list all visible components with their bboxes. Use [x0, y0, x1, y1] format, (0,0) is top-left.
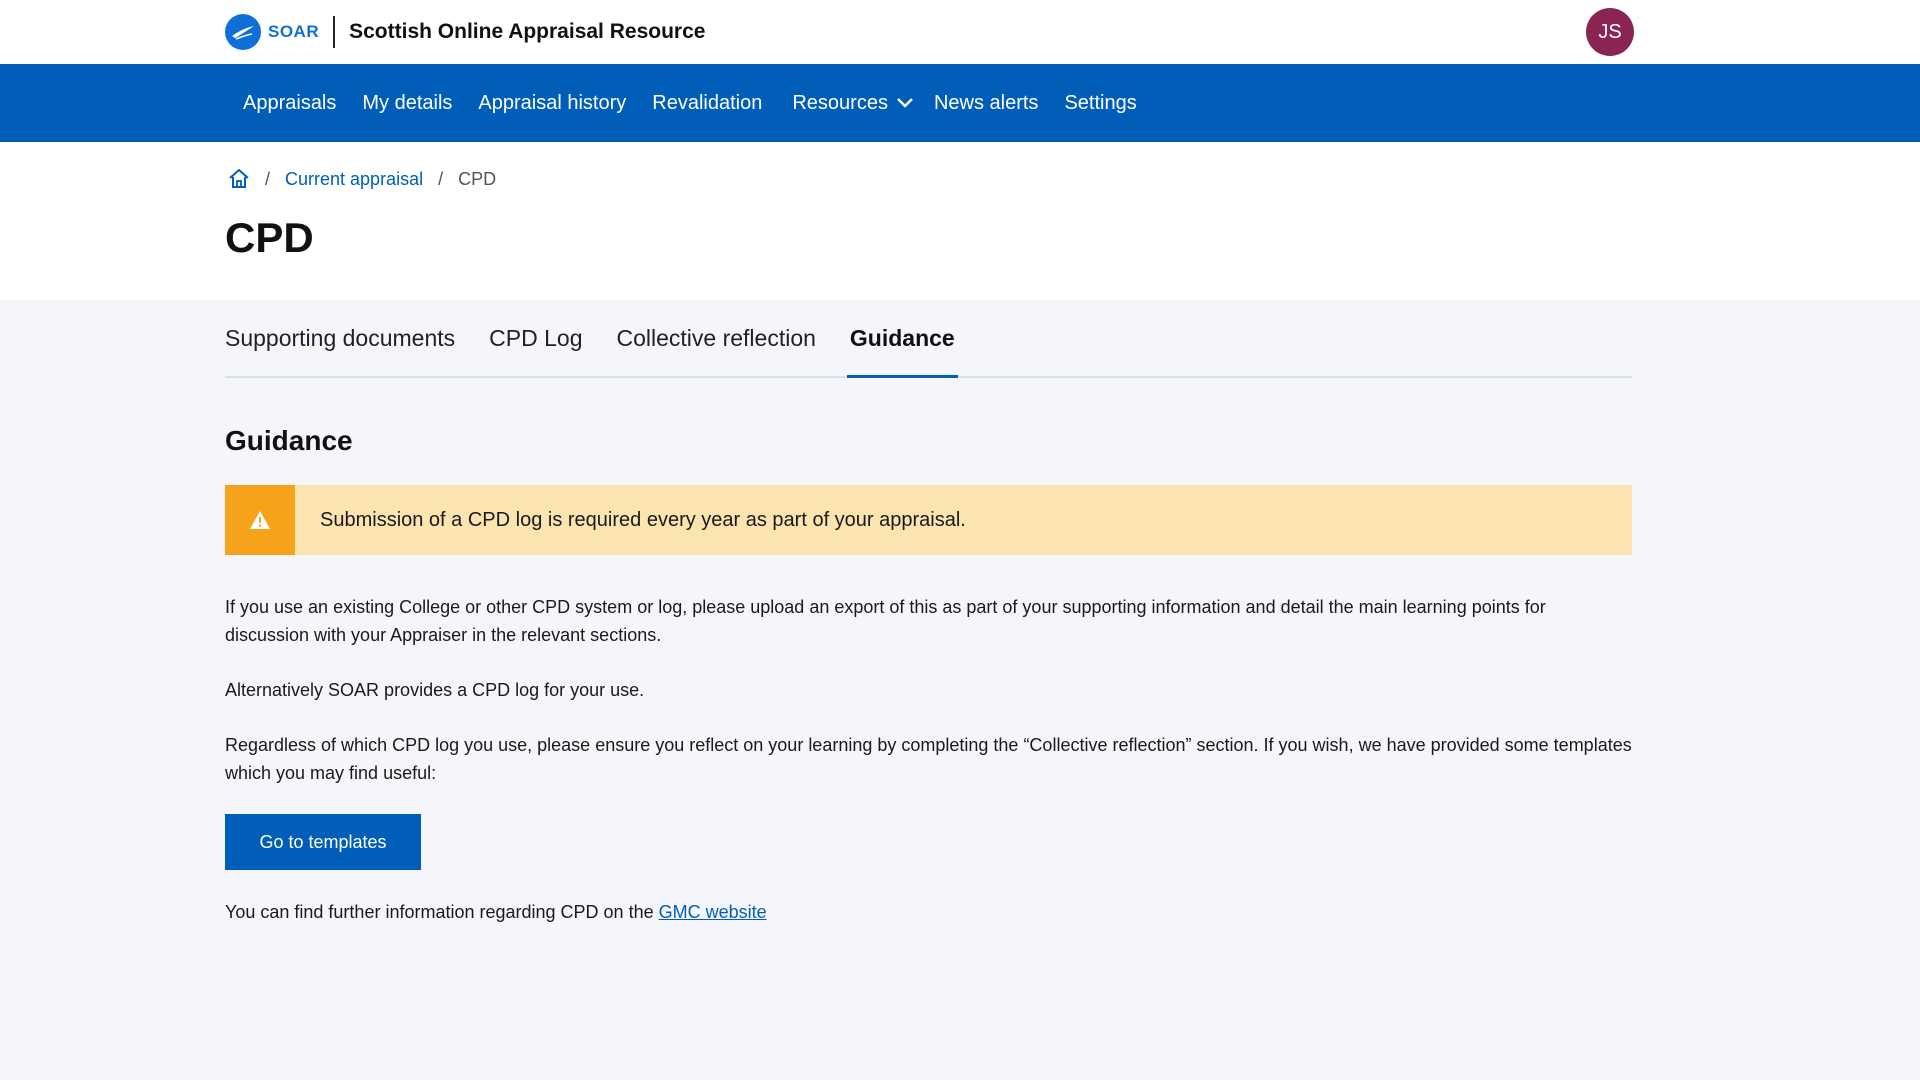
soar-logo[interactable]: SOAR: [225, 14, 319, 50]
nav-item-label: Revalidation: [652, 91, 763, 114]
nav-item-appraisals[interactable]: Appraisals: [243, 92, 336, 115]
breadcrumb: / Current appraisal / CPD: [225, 168, 1632, 190]
logo-divider: [333, 16, 336, 48]
nav-item-settings[interactable]: Settings: [1064, 92, 1136, 115]
guidance-paragraph: Alternatively SOAR provides a CPD log fo…: [225, 680, 645, 700]
warning-alert: Submission of a CPD log is required ever…: [225, 485, 1632, 555]
main-content: Supporting documents CPD Log Collective …: [225, 300, 1632, 926]
nav-item-news-alerts[interactable]: News alerts: [934, 92, 1038, 115]
further-info-text: You can find further information regardi…: [225, 898, 1632, 926]
guidance-paragraph: Regardless of which CPD log you use, ple…: [225, 735, 1632, 783]
go-to-templates-button[interactable]: Go to templates: [225, 814, 421, 870]
chevron-down-icon: [896, 97, 914, 109]
breadcrumb-cpd: CPD: [458, 168, 497, 189]
guidance-paragraph: If you use an existing College or other …: [225, 597, 1546, 645]
breadcrumb-current-appraisal[interactable]: Current appraisal: [285, 169, 423, 190]
page-header: / Current appraisal / CPD CPD: [0, 142, 1920, 300]
nav-item-revalidation[interactable]: Revalidation: [652, 92, 762, 115]
nav-item-label: Appraisal history: [478, 91, 627, 114]
tab-bar: Supporting documents CPD Log Collective …: [225, 300, 1632, 378]
warning-icon: [225, 485, 295, 555]
logo-wordmark: SOAR: [268, 22, 320, 41]
tab-collective-reflection[interactable]: Collective reflection: [616, 325, 815, 376]
nav-item-label: Settings: [1064, 91, 1137, 114]
tab-guidance[interactable]: Guidance: [846, 325, 958, 378]
nav-item-label: My details: [362, 91, 453, 114]
app-title: Scottish Online Appraisal Resource: [349, 20, 706, 43]
user-avatar[interactable]: JS: [1586, 8, 1634, 56]
home-icon[interactable]: [228, 168, 250, 190]
nav-item-my-details[interactable]: My details: [362, 92, 452, 115]
nav-item-resources[interactable]: Resources: [792, 92, 914, 115]
main-navigation: Appraisals My details Appraisal history …: [0, 64, 1920, 142]
nav-item-label: Appraisals: [243, 91, 337, 114]
nav-item-label: News alerts: [933, 91, 1039, 114]
further-info-label: You can find further information regardi…: [225, 902, 659, 922]
alert-message: Submission of a CPD log is required ever…: [320, 508, 966, 531]
soar-logo-icon: [225, 14, 261, 50]
page-title: CPD: [225, 214, 314, 261]
gmc-website-link[interactable]: GMC website: [659, 902, 767, 922]
breadcrumb-separator: /: [438, 168, 444, 189]
top-header: SOAR Scottish Online Appraisal Resource …: [0, 0, 1920, 64]
nav-item-appraisal-history[interactable]: Appraisal history: [478, 92, 626, 115]
section-title: Guidance: [225, 425, 353, 456]
breadcrumb-separator: /: [265, 168, 271, 189]
tab-supporting-documents[interactable]: Supporting documents: [225, 325, 455, 376]
tab-cpd-log[interactable]: CPD Log: [489, 325, 582, 376]
nav-item-label: Resources: [792, 91, 888, 114]
